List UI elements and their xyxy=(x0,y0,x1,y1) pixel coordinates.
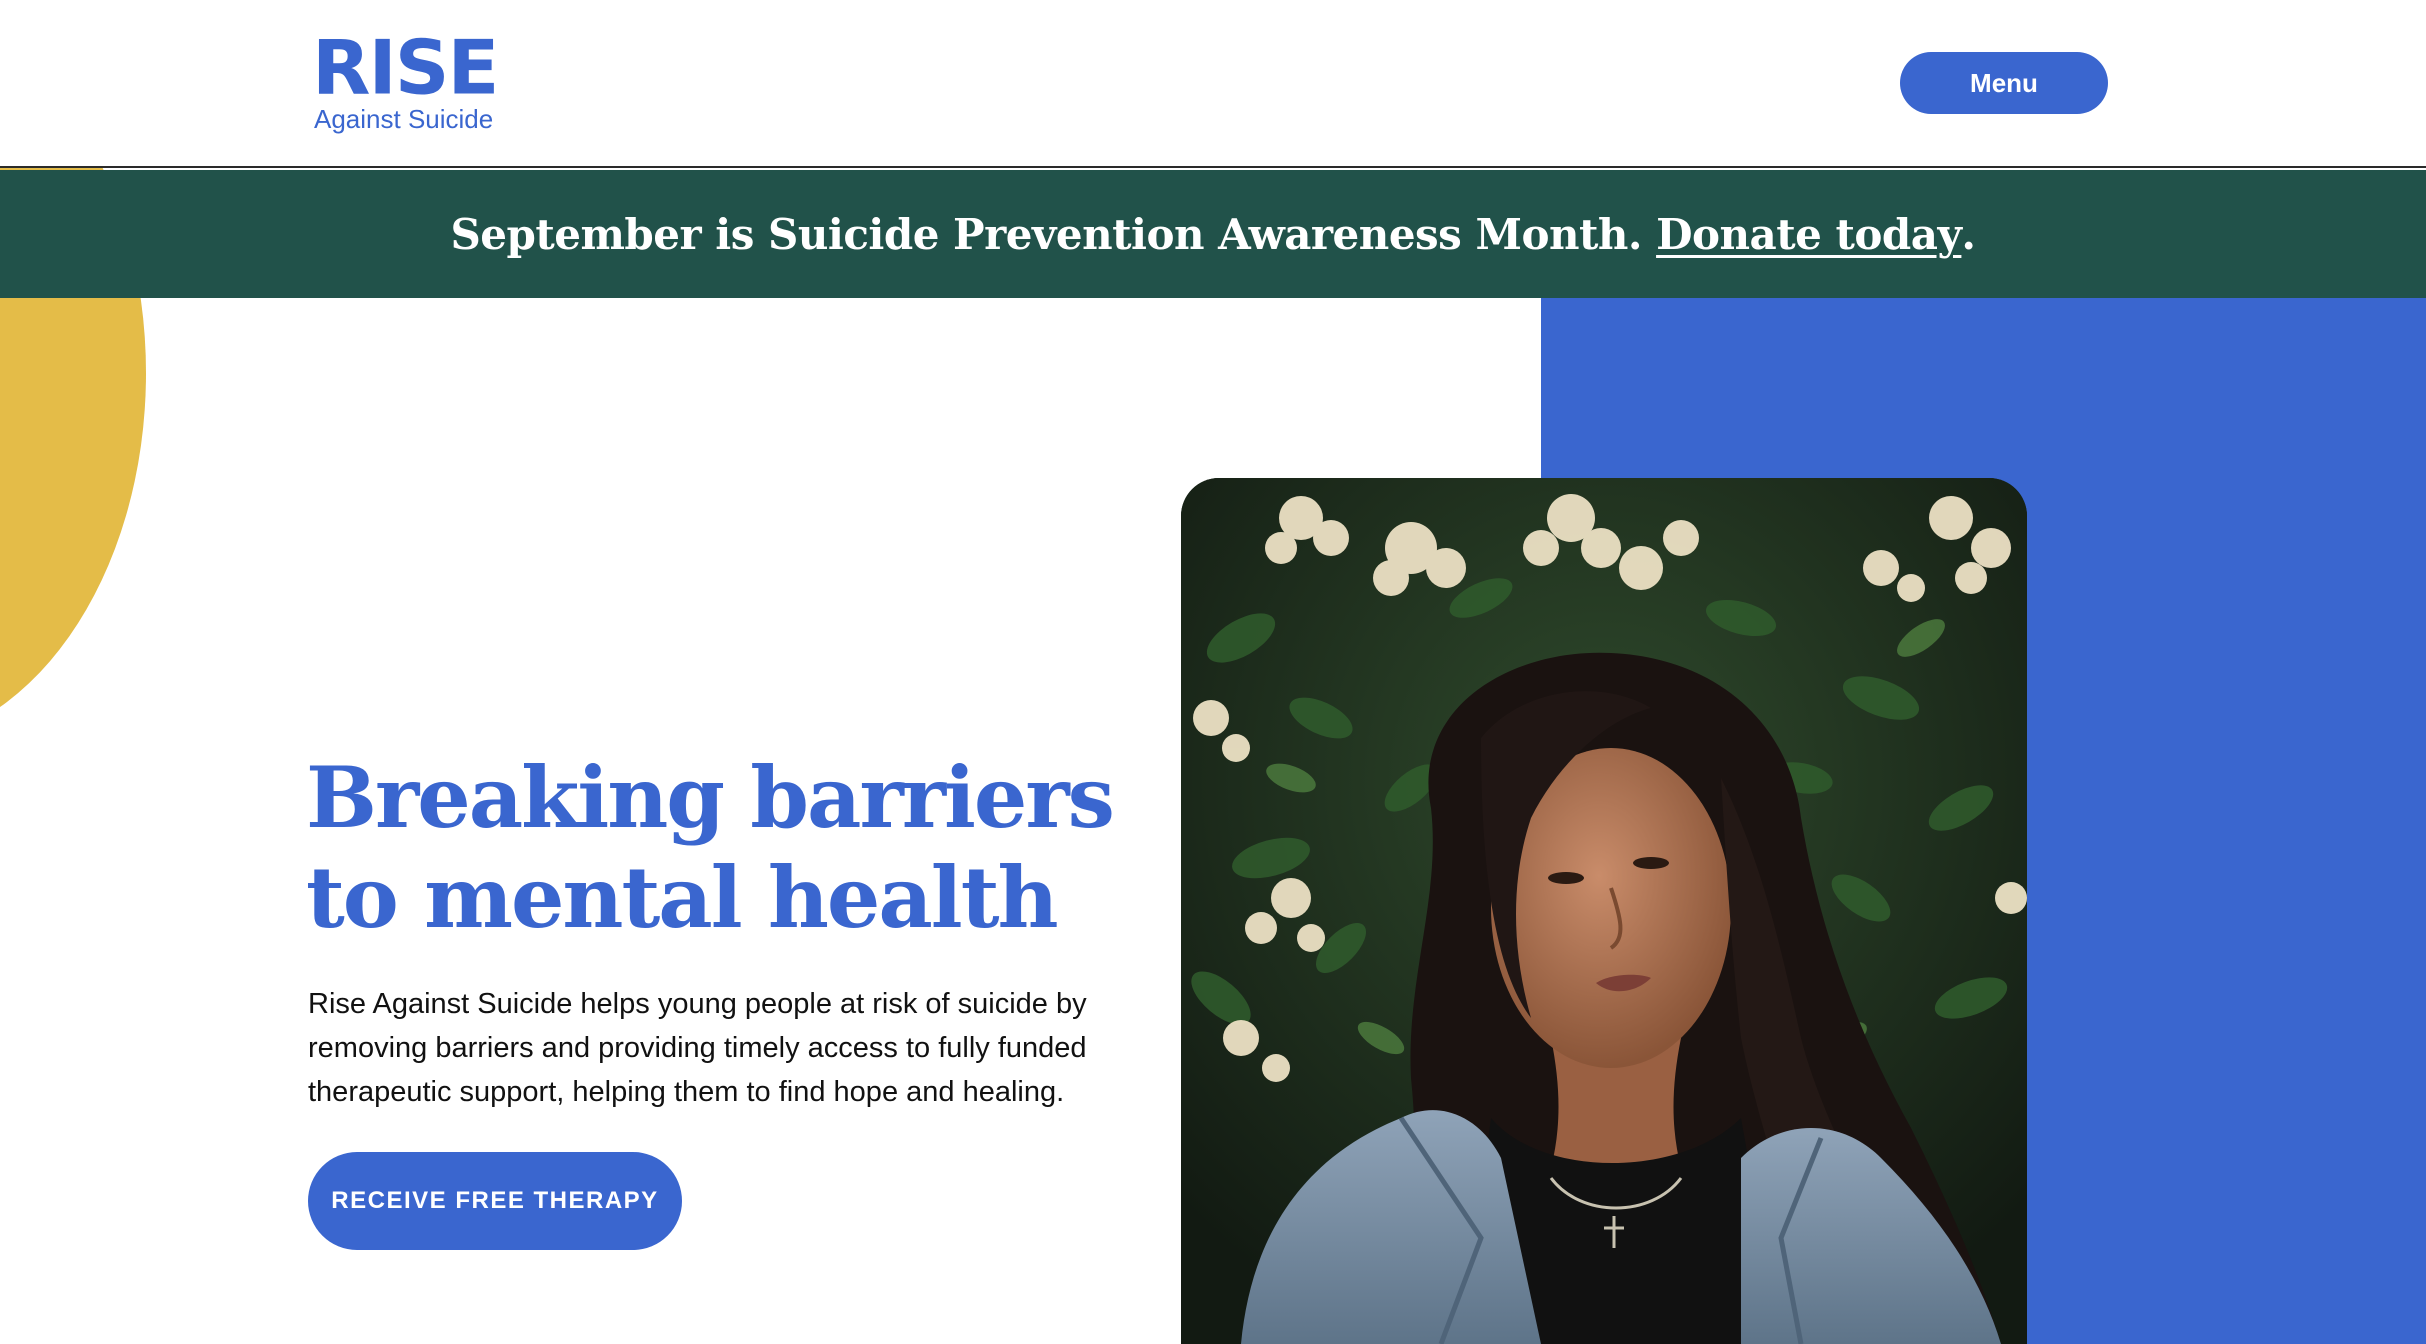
announcement-banner: September is Suicide Prevention Awarenes… xyxy=(0,170,2426,298)
logo-subtitle: Against Suicide xyxy=(314,104,494,134)
hero-description-line-2: removing barriers and providing timely a… xyxy=(308,1032,1087,1064)
hero-description-line-3: therapeutic support, helping them to fin… xyxy=(308,1076,1065,1108)
hero-title-line-2: to mental health xyxy=(306,848,1059,947)
hero-description: Rise Against Suicide helps young people … xyxy=(308,982,1108,1114)
hero-description-line-1: Rise Against Suicide helps young people … xyxy=(308,988,1087,1020)
hero-photo xyxy=(1181,478,2027,1344)
menu-button[interactable]: Menu xyxy=(1900,52,2108,114)
receive-free-therapy-button[interactable]: RECEIVE FREE THERAPY xyxy=(308,1152,682,1250)
donate-today-link[interactable]: Donate today xyxy=(1656,210,1962,259)
page: RISE Against Suicide Menu September is S… xyxy=(0,0,2426,1344)
logo-wordmark: RISE xyxy=(312,23,499,112)
banner-suffix: . xyxy=(1961,209,1976,259)
hero-title: Breaking barriers to mental health xyxy=(306,748,1126,948)
banner-text: September is Suicide Prevention Awarenes… xyxy=(450,209,1643,259)
site-logo[interactable]: RISE Against Suicide xyxy=(312,30,499,140)
hero-photo-illustration xyxy=(1181,478,2027,1344)
site-header: RISE Against Suicide Menu xyxy=(0,0,2426,168)
hero-title-line-1: Breaking barriers xyxy=(306,748,1115,847)
